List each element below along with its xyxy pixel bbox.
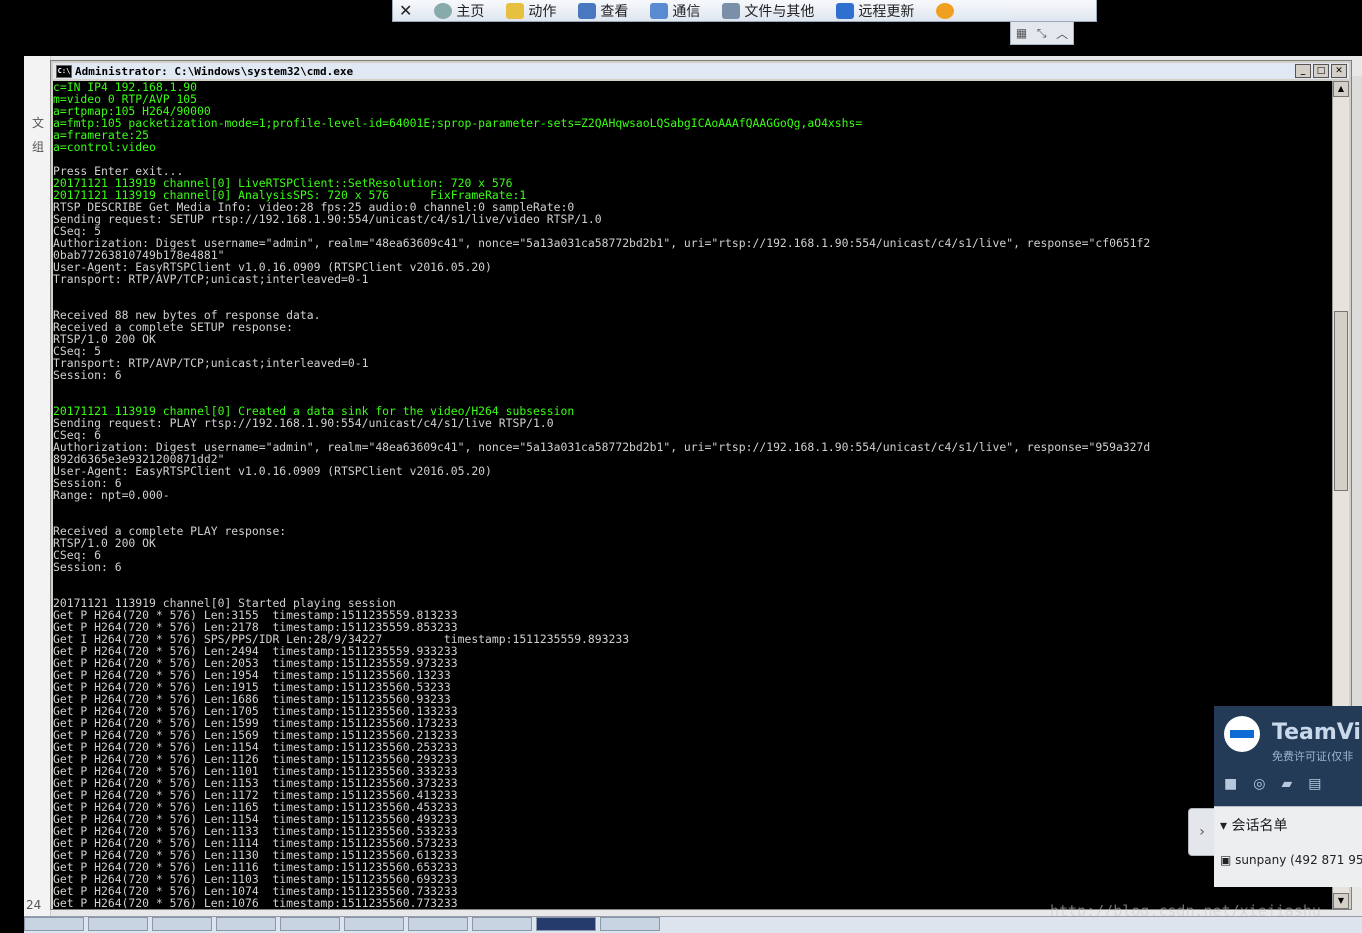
console-line: Received a complete PLAY response: <box>53 524 287 538</box>
cmd-window: C:\ Administrator: C:\Windows\system32\c… <box>50 60 1352 910</box>
taskbar-item[interactable] <box>216 917 276 931</box>
background-window-edge-right <box>1352 76 1362 776</box>
toolbar-view-button[interactable]: 查看 <box>578 1 628 21</box>
window-title: Administrator: C:\Windows\system32\cmd.e… <box>75 64 354 78</box>
console-line: Received a complete SETUP response: <box>53 320 294 334</box>
toolbar-actions-button[interactable]: 动作 <box>506 1 556 21</box>
video-icon[interactable]: ■ <box>1224 776 1237 792</box>
taskbar-item[interactable] <box>472 917 532 931</box>
teamviewer-toolbar: ✕ 主页 动作 查看 通信 文件与其他 远程更新 <box>392 0 1097 22</box>
taskbar-item-cmd[interactable] <box>536 917 596 931</box>
taskbar-item[interactable] <box>152 917 212 931</box>
toolbar-label: 查看 <box>600 3 629 20</box>
edge-text: 文 <box>32 116 45 130</box>
maximize-button[interactable]: □ <box>1313 64 1329 78</box>
phone-icon <box>650 2 669 19</box>
session-list-header[interactable]: ▾ 会话名单 <box>1220 815 1287 835</box>
close-session-button[interactable]: ✕ <box>399 1 412 20</box>
toolbar-communicate-button[interactable]: 通信 <box>650 1 700 21</box>
lightning-icon <box>506 2 525 19</box>
console-line: Range: npt=0.000- <box>53 488 170 502</box>
toolbar-label: 远程更新 <box>858 3 915 20</box>
taskbar-item[interactable] <box>344 917 404 931</box>
download-icon <box>836 2 855 19</box>
chat-icon[interactable]: ▰ <box>1281 776 1292 792</box>
session-list: ▾ 会话名单 ▣ sunpany (492 871 95 <box>1214 806 1362 887</box>
console-line: RTSP/1.0 200 OK <box>53 536 156 550</box>
toolbar-subcontrols: ▦ ⤡ ︿ <box>1010 22 1074 45</box>
view-icon <box>578 2 597 19</box>
headset-icon[interactable]: ◎ <box>1253 776 1265 792</box>
teamviewer-logo-icon <box>1224 716 1260 752</box>
console-line: Sending request: SETUP rtsp://192.168.1.… <box>53 212 602 226</box>
close-button[interactable]: ✕ <box>1331 64 1347 78</box>
cmd-titlebar[interactable]: C:\ Administrator: C:\Windows\system32\c… <box>53 63 1349 79</box>
console-line: Transport: RTP/AVP/TCP;unicast;interleav… <box>53 356 369 370</box>
toolbar-label: 通信 <box>672 3 701 20</box>
toolbar-label: 动作 <box>528 3 557 20</box>
console-line: a=control:video <box>53 140 156 154</box>
toolbar-files-button[interactable]: 文件与其他 <box>722 1 814 21</box>
smiley-icon <box>936 2 955 19</box>
console-line: Authorization: Digest username="admin", … <box>53 236 1151 250</box>
console-output[interactable]: c=IN IP4 192.168.1.90 m=video 0 RTP/AVP 1… <box>53 81 1333 909</box>
collapse-up-icon[interactable]: ︿ <box>1056 25 1068 42</box>
grid-icon[interactable]: ▦ <box>1016 26 1027 40</box>
panel-collapse-button[interactable]: › <box>1188 808 1216 856</box>
taskbar-item[interactable] <box>600 917 660 931</box>
console-line: Transport: RTP/AVP/TCP;unicast;interleav… <box>53 272 369 286</box>
console-line: User-Agent: EasyRTSPClient v1.0.16.0909 … <box>53 464 492 478</box>
session-list-label: 会话名单 <box>1231 818 1288 834</box>
console-line: a=framerate:25 <box>53 128 150 142</box>
toolbar-label: 文件与其他 <box>744 3 815 20</box>
taskbar-item[interactable] <box>24 917 84 931</box>
fullscreen-icon[interactable]: ⤡ <box>1037 26 1047 41</box>
console-line: a=fmtp:105 packetization-mode=1;profile-… <box>53 116 863 130</box>
toolbar-home-button[interactable]: 主页 <box>434 1 484 21</box>
files-icon <box>722 2 741 19</box>
console-line: RTSP/1.0 200 OK <box>53 332 156 346</box>
console-line: Authorization: Digest username="admin", … <box>53 440 1151 454</box>
console-line: Session: 6 <box>53 560 122 574</box>
smiley-button[interactable] <box>936 2 955 19</box>
cmd-icon: C:\ <box>56 64 72 78</box>
console-line: CSeq: 6 <box>53 548 102 562</box>
edge-text: 组 <box>32 140 45 154</box>
minimize-button[interactable]: _ <box>1295 64 1311 78</box>
console-line: Sending request: PLAY rtsp://192.168.1.9… <box>53 416 554 430</box>
teamviewer-name: TeamVie <box>1272 720 1362 745</box>
close-icon: ✕ <box>399 1 413 20</box>
taskbar-item[interactable] <box>88 917 148 931</box>
console-line: Session: 6 <box>53 476 122 490</box>
taskbar <box>24 916 1362 933</box>
chevron-right-icon: › <box>1199 824 1205 840</box>
console-line: m=video 0 RTP/AVP 105 <box>53 92 198 106</box>
taskbar-item[interactable] <box>408 917 468 931</box>
background-window-edge: 文 组 24 <box>24 56 51 916</box>
toolbar-update-button[interactable]: 远程更新 <box>836 1 914 21</box>
console-line: Session: 6 <box>53 368 122 382</box>
toolbar-label: 主页 <box>456 3 485 20</box>
console-line: c=IN IP4 192.168.1.90 <box>53 81 198 94</box>
scroll-up-arrow[interactable]: ▲ <box>1333 81 1349 97</box>
scroll-down-arrow[interactable]: ▼ <box>1333 893 1349 909</box>
session-user-label: sunpany (492 871 95 <box>1235 853 1362 867</box>
file-transfer-icon[interactable]: ▤ <box>1308 776 1321 792</box>
home-icon <box>434 2 453 19</box>
console-text: c=IN IP4 192.168.1.90 m=video 0 RTP/AVP 1… <box>53 81 1333 909</box>
taskbar-item[interactable] <box>280 917 340 931</box>
scroll-thumb[interactable] <box>1334 311 1348 491</box>
edge-text: 24 <box>26 898 42 912</box>
session-user[interactable]: ▣ sunpany (492 871 95 <box>1220 853 1362 867</box>
license-text: 免费许可证(仅非 <box>1272 750 1354 763</box>
